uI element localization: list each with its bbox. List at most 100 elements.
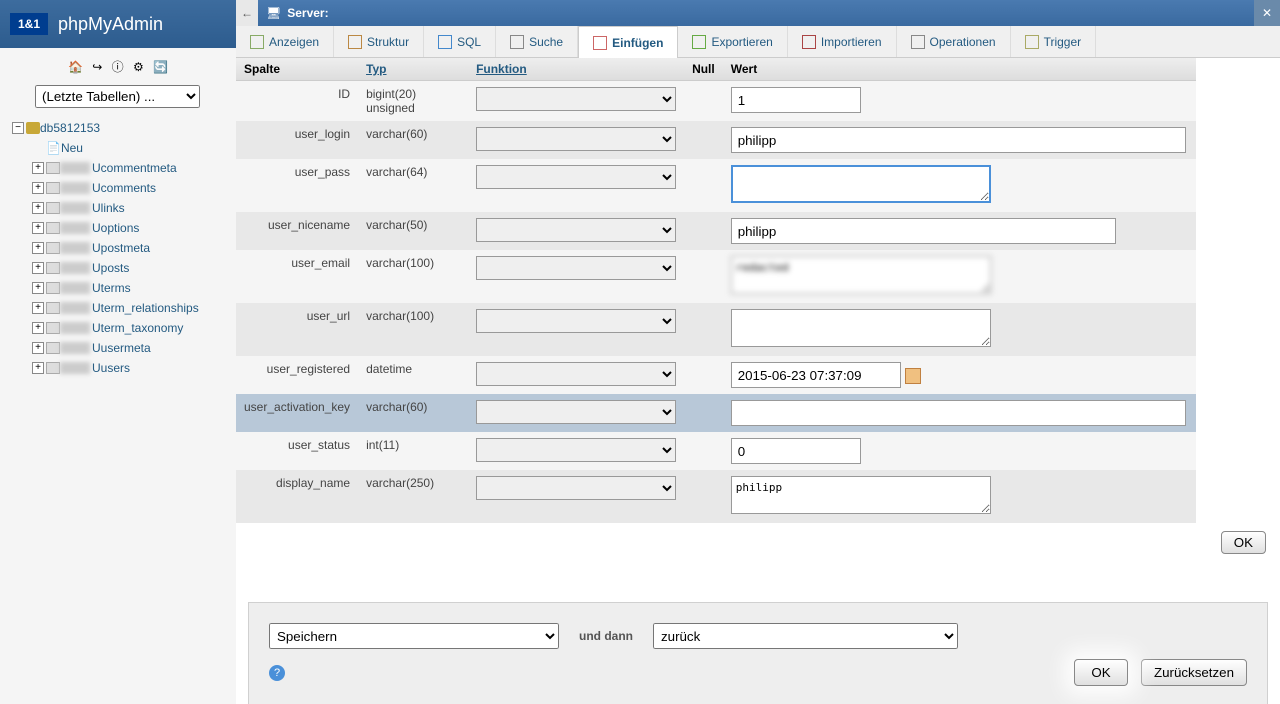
table-expand-toggle[interactable]: + (32, 282, 44, 294)
tab-trigger[interactable]: Trigger (1011, 26, 1097, 57)
function-select-user_email[interactable] (476, 256, 676, 280)
table-icon (46, 202, 60, 214)
function-select-user_activation_key[interactable] (476, 400, 676, 424)
null-cell (684, 432, 723, 470)
function-select-ID[interactable] (476, 87, 676, 111)
function-select-user_login[interactable] (476, 127, 676, 151)
value-input-user_email[interactable]: redacted (731, 256, 991, 294)
sidebar: 🏠 ↪ ⓘ ⚙ 🔄 (Letzte Tabellen) ... − db5812… (0, 48, 236, 704)
col-label: user_status (236, 432, 358, 470)
table-expand-toggle[interactable]: + (32, 342, 44, 354)
tab-importieren[interactable]: Importieren (788, 26, 897, 57)
tab-label: Operationen (930, 35, 996, 49)
after-action-select[interactable]: zurück (653, 623, 958, 649)
table-expand-toggle[interactable]: + (32, 182, 44, 194)
type-label: varchar(100) (358, 250, 468, 303)
insert-form-table: Spalte Typ Funktion Null Wert IDbigint(2… (236, 58, 1196, 523)
type-label: varchar(60) (358, 121, 468, 159)
settings-icon[interactable]: ⚙ (133, 60, 144, 74)
null-cell (684, 250, 723, 303)
table-icon (46, 322, 60, 334)
header-funktion[interactable]: Funktion (468, 58, 684, 81)
table-name[interactable]: Ucommentmeta (92, 161, 177, 175)
value-input-display_name[interactable]: philipp (731, 476, 991, 514)
value-input-user_url[interactable] (731, 309, 991, 347)
header-spalte: Spalte (236, 58, 358, 81)
docs-icon[interactable]: ⓘ (112, 60, 124, 74)
table-name[interactable]: Uterm_taxonomy (92, 321, 183, 335)
table-name[interactable]: Upostmeta (92, 241, 150, 255)
table-name[interactable]: Uposts (92, 261, 129, 275)
footer-panel: Speichern und dann zurück ? OK Zurückset… (248, 602, 1268, 704)
tab-icon (348, 35, 362, 49)
tab-label: SQL (457, 35, 481, 49)
refresh-icon[interactable]: 🔄 (153, 60, 168, 74)
tab-operationen[interactable]: Operationen (897, 26, 1011, 57)
table-expand-toggle[interactable]: + (32, 362, 44, 374)
tab-label: Struktur (367, 35, 409, 49)
header-typ[interactable]: Typ (358, 58, 468, 81)
function-select-user_nicename[interactable] (476, 218, 676, 242)
db-collapse-toggle[interactable]: − (12, 122, 24, 134)
table-name[interactable]: Uusers (92, 361, 130, 375)
function-select-display_name[interactable] (476, 476, 676, 500)
tab-bar: Anzeigen Struktur SQL Suche Einfügen Exportie… (236, 26, 1280, 58)
value-input-user_login[interactable] (731, 127, 1186, 153)
table-expand-toggle[interactable]: + (32, 222, 44, 234)
tab-exportieren[interactable]: Exportieren (678, 26, 787, 57)
content: Spalte Typ Funktion Null Wert IDbigint(2… (236, 58, 1280, 704)
value-input-user_pass[interactable] (731, 165, 991, 203)
header-null: Null (684, 58, 723, 81)
tab-suche[interactable]: Suche (496, 26, 578, 57)
tab-einfügen[interactable]: Einfügen (578, 26, 678, 58)
logout-icon[interactable]: ↪ (92, 60, 102, 74)
back-arrow[interactable]: ← (236, 0, 258, 26)
function-select-user_url[interactable] (476, 309, 676, 333)
reset-button[interactable]: Zurücksetzen (1141, 659, 1247, 686)
tab-icon (250, 35, 264, 49)
table-expand-toggle[interactable]: + (32, 202, 44, 214)
table-icon (46, 342, 60, 354)
db-name[interactable]: db5812153 (40, 121, 100, 135)
tab-sql[interactable]: SQL (424, 26, 496, 57)
function-select-user_registered[interactable] (476, 362, 676, 386)
ok-button-submit[interactable]: OK (1074, 659, 1127, 686)
ok-button-top[interactable]: OK (1221, 531, 1266, 554)
function-select-user_status[interactable] (476, 438, 676, 462)
table-name[interactable]: Ucomments (92, 181, 156, 195)
close-icon[interactable]: ✕ (1254, 0, 1280, 26)
value-input-user_status[interactable] (731, 438, 861, 464)
table-name[interactable]: Uusermeta (92, 341, 151, 355)
table-name[interactable]: Uterm_relationships (92, 301, 199, 315)
new-table-link[interactable]: Neu (61, 141, 83, 155)
tab-struktur[interactable]: Struktur (334, 26, 424, 57)
tab-icon (802, 35, 816, 49)
table-expand-toggle[interactable]: + (32, 322, 44, 334)
table-name[interactable]: Uterms (92, 281, 131, 295)
table-expand-toggle[interactable]: + (32, 162, 44, 174)
tab-label: Einfügen (612, 36, 663, 50)
tab-icon (1025, 35, 1039, 49)
and-then-label: und dann (579, 629, 633, 643)
function-select-user_pass[interactable] (476, 165, 676, 189)
col-label: user_pass (236, 159, 358, 212)
value-input-user_registered[interactable] (731, 362, 901, 388)
value-input-ID[interactable] (731, 87, 861, 113)
table-expand-toggle[interactable]: + (32, 242, 44, 254)
calendar-icon[interactable] (905, 368, 921, 384)
table-expand-toggle[interactable]: + (32, 262, 44, 274)
recent-tables-select[interactable]: (Letzte Tabellen) ... (35, 85, 200, 108)
brand-name: phpMyAdmin (58, 14, 163, 35)
table-name[interactable]: Uoptions (92, 221, 139, 235)
home-icon[interactable]: 🏠 (68, 60, 83, 74)
value-input-user_activation_key[interactable] (731, 400, 1186, 426)
value-input-user_nicename[interactable] (731, 218, 1116, 244)
col-label: user_url (236, 303, 358, 356)
help-icon[interactable]: ? (269, 665, 285, 681)
table-name[interactable]: Ulinks (92, 201, 125, 215)
table-expand-toggle[interactable]: + (32, 302, 44, 314)
save-action-select[interactable]: Speichern (269, 623, 559, 649)
type-label: datetime (358, 356, 468, 394)
server-icon: 🖥 (266, 6, 281, 20)
tab-anzeigen[interactable]: Anzeigen (236, 26, 334, 57)
